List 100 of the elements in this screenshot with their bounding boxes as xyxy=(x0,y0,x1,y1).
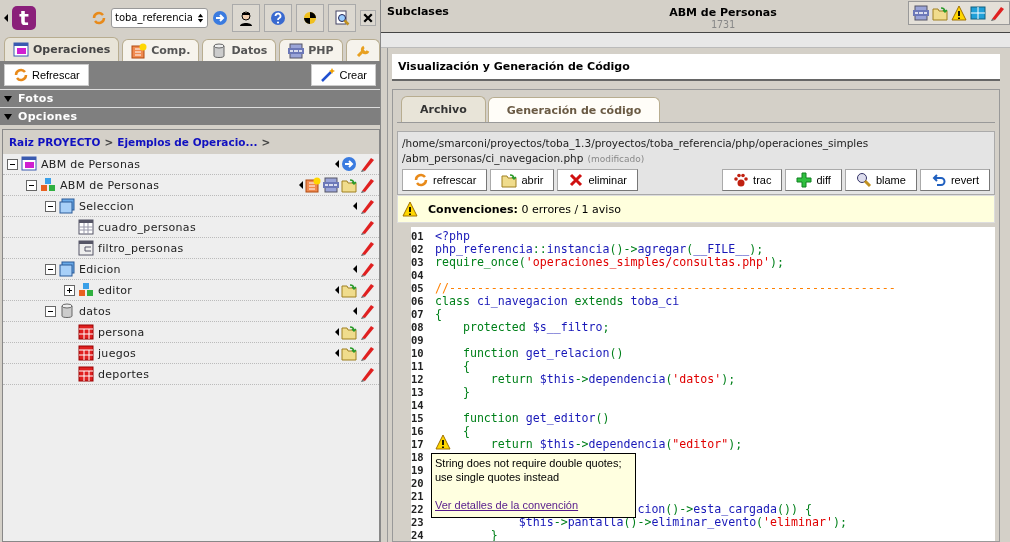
revert-button[interactable]: revert xyxy=(919,169,990,191)
collapse-toggle[interactable] xyxy=(7,158,18,170)
caret-icon xyxy=(353,265,357,273)
item-title: ABM de Personas xyxy=(669,6,777,19)
pencil-icon xyxy=(359,240,375,256)
component-icon xyxy=(131,42,148,59)
help-button[interactable] xyxy=(264,3,292,32)
line-number: 05 xyxy=(411,281,425,294)
tab[interactable]: Archivo xyxy=(401,96,486,122)
line-number: 14 xyxy=(411,398,425,411)
line-number: 03 xyxy=(411,255,425,268)
tree-item[interactable]: ABM de Personas xyxy=(41,157,141,171)
convention-link[interactable]: Ver detalles de la convención xyxy=(435,498,579,512)
refresh-button[interactable]: refrescar xyxy=(402,169,488,191)
tree-item[interactable]: persona xyxy=(98,325,145,339)
folder-icon xyxy=(341,282,357,298)
line-number: 12 xyxy=(411,372,425,385)
caret-icon xyxy=(335,328,339,336)
line-number: 21 xyxy=(411,489,425,502)
user-button[interactable] xyxy=(232,3,260,32)
blame-button[interactable]: blame xyxy=(844,169,917,191)
tree-item[interactable]: Seleccion xyxy=(79,199,135,213)
magic-wand-icon xyxy=(320,67,337,83)
diff-button[interactable]: diff xyxy=(785,169,842,191)
collapse-toggle[interactable] xyxy=(45,305,56,317)
tree-item[interactable]: Edicion xyxy=(79,262,121,276)
php-file-icon xyxy=(288,42,305,59)
paw-button[interactable]: trac xyxy=(722,169,783,191)
line-number: 20 xyxy=(411,476,425,489)
tree-item[interactable]: deportes xyxy=(98,367,150,381)
code-line: //---------------------------------------------------------------- xyxy=(435,280,896,295)
folder-save-icon xyxy=(341,345,357,361)
blocks-icon xyxy=(40,177,56,193)
magnifier-icon xyxy=(855,172,872,188)
line-number: 11 xyxy=(411,359,425,372)
tree-item[interactable]: juegos xyxy=(98,346,137,360)
caret-icon xyxy=(335,349,339,357)
open-button[interactable]: abrir xyxy=(490,169,555,191)
expand-toggle[interactable] xyxy=(64,284,75,296)
line-number: 08 xyxy=(411,320,425,333)
code-line: return $this->dependencia("editor"); xyxy=(490,436,743,451)
table-icon xyxy=(78,345,94,361)
file-path: /abm_personas/ci_navegacion.php xyxy=(402,152,584,164)
tree-item[interactable]: editor xyxy=(98,283,133,297)
caret-icon xyxy=(4,13,8,22)
tree-item[interactable]: cuadro_personas xyxy=(98,220,196,234)
delete-button[interactable]: eliminar xyxy=(557,169,638,191)
caret-icon xyxy=(353,202,357,210)
breadcrumb-link[interactable]: Ejemplos de Operacio... xyxy=(117,136,258,148)
collapse-triangle-icon[interactable] xyxy=(4,112,12,121)
section-header[interactable]: Opciones xyxy=(18,110,78,123)
collapse-toggle[interactable] xyxy=(45,200,56,212)
tab[interactable]: Datos xyxy=(202,39,277,61)
collapse-toggle[interactable] xyxy=(26,179,37,191)
code-line: { xyxy=(462,358,470,373)
form-icon xyxy=(78,240,94,256)
file-path: /home/smarconi/proyectos/toba_1.3/proyectos/toba_referencia/php/operaciones_simples xyxy=(402,136,870,151)
tab[interactable]: Comp. xyxy=(122,39,200,61)
tab[interactable]: Operaciones xyxy=(4,37,120,61)
go-icon xyxy=(341,156,357,172)
tab[interactable]: Generación de código xyxy=(487,97,661,122)
x-icon xyxy=(568,172,585,188)
line-number: 09 xyxy=(411,333,425,346)
line-number: 10 xyxy=(411,346,425,359)
refresh-icon xyxy=(413,172,429,188)
code-line: <?php xyxy=(435,228,470,243)
updown-icon xyxy=(197,12,204,23)
app-logo[interactable]: t xyxy=(12,5,36,30)
breadcrumb-link[interactable]: Raiz PROYECTO xyxy=(9,136,101,148)
theme-button[interactable] xyxy=(296,3,324,32)
tree-item[interactable]: ABM de Personas xyxy=(60,178,160,192)
component-icon xyxy=(305,177,321,193)
line-number: 07 xyxy=(411,307,425,320)
file-status: (modificado) xyxy=(587,154,645,164)
warning-icon xyxy=(402,201,418,217)
collapse-toggle[interactable] xyxy=(45,263,56,275)
create-button[interactable]: Crear xyxy=(311,64,376,86)
folder-icon xyxy=(341,177,357,193)
section-header[interactable]: Fotos xyxy=(18,92,54,105)
line-number: 23 xyxy=(411,515,425,528)
tree-item[interactable]: filtro_personas xyxy=(98,241,184,255)
close-button[interactable] xyxy=(360,9,376,26)
project-select[interactable]: toba_referencia xyxy=(110,7,208,28)
code-line: function get_editor() xyxy=(462,410,610,425)
pencil-icon xyxy=(359,261,375,277)
tree-item[interactable]: datos xyxy=(79,304,111,318)
preview-button[interactable] xyxy=(328,3,356,32)
warning-icon xyxy=(951,5,967,21)
php-file-icon xyxy=(913,5,929,21)
line-number: 19 xyxy=(411,463,425,476)
pencil-icon xyxy=(359,198,375,214)
collapse-triangle-icon[interactable] xyxy=(4,94,12,103)
tab[interactable]: PHP xyxy=(279,39,343,61)
refresh-button[interactable]: Refrescar xyxy=(4,64,89,86)
path-separator: > xyxy=(261,136,271,148)
tooltip-text: String does not require double quotes; use single quotes instead xyxy=(435,456,623,484)
folder-icon xyxy=(501,172,518,188)
line-number: 13 xyxy=(411,385,425,398)
php-file-icon xyxy=(323,177,339,193)
paw-icon xyxy=(733,172,750,188)
